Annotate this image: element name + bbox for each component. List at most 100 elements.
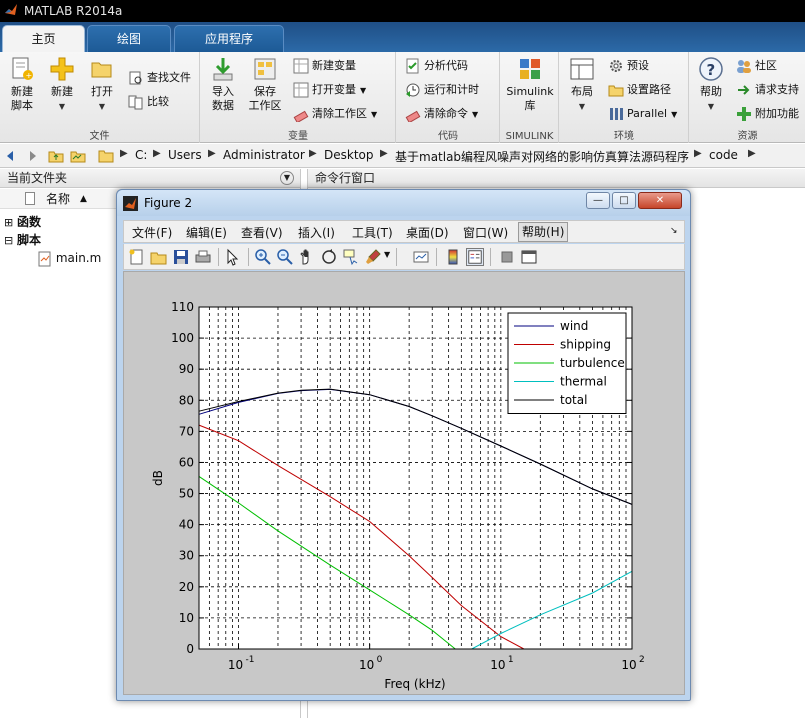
- group-simulink: Simulink 库 SIMULINK: [501, 52, 559, 143]
- collapse-icon[interactable]: ⊟: [4, 234, 13, 247]
- x-tick-exponent: 2: [639, 655, 645, 665]
- figure-canvas[interactable]: 0 10 20 30 40 50 60 70 80 90 100 110 10 -1 10 0 10 1 10 2 w…: [123, 271, 685, 695]
- save-icon[interactable]: [172, 248, 190, 266]
- menu-insert[interactable]: 插入(I): [298, 224, 335, 241]
- simulink-library-icon: [520, 59, 540, 79]
- breadcrumb-item[interactable]: Desktop: [324, 148, 374, 162]
- save-workspace-icon: [254, 58, 276, 80]
- up-folder-icon[interactable]: [48, 148, 64, 164]
- layout-button[interactable]: 布局 ▼: [566, 56, 598, 114]
- save-workspace-button[interactable]: 保存 工作区: [247, 56, 283, 113]
- pan-icon[interactable]: [298, 248, 316, 266]
- y-axis-label: dB: [151, 470, 165, 486]
- add-ons-icon: [737, 107, 751, 121]
- legend[interactable]: wind shipping turbulence thermal total: [507, 312, 627, 414]
- figure-toolbar: ▼: [123, 244, 685, 270]
- minimize-button[interactable]: —: [586, 192, 610, 209]
- open-button[interactable]: 打开 ▼: [86, 56, 118, 114]
- run-and-time-button[interactable]: 运行和计时: [405, 80, 479, 100]
- new-variable-icon: [293, 58, 309, 74]
- breadcrumb-item[interactable]: 基于matlab编程风噪声对网络的影响仿真算法源码程序: [395, 148, 689, 165]
- open-file-icon[interactable]: [150, 248, 168, 266]
- find-files-button[interactable]: 查找文件: [128, 68, 191, 88]
- breadcrumb-item[interactable]: C:: [135, 148, 147, 162]
- tab-home[interactable]: 主页: [2, 25, 85, 52]
- y-tick-label: 10: [179, 611, 194, 625]
- svg-text:?: ?: [707, 61, 716, 79]
- y-tick-label: 40: [179, 518, 194, 532]
- menu-file[interactable]: 文件(F): [132, 224, 172, 241]
- help-button[interactable]: ? 帮助 ▼: [696, 56, 726, 114]
- menu-desktop[interactable]: 桌面(D): [406, 224, 449, 241]
- current-folder-title: 当前文件夹: [7, 171, 68, 185]
- breadcrumb-separator-icon: ▶: [309, 148, 317, 159]
- analyze-code-button[interactable]: 分析代码: [405, 56, 468, 76]
- dock-icon[interactable]: [520, 248, 538, 266]
- file-item-main[interactable]: main.m: [38, 250, 101, 267]
- group-label-simulink: SIMULINK: [505, 131, 554, 142]
- tree-item-functions[interactable]: ⊞ 函数: [4, 214, 41, 231]
- print-icon[interactable]: [194, 248, 212, 266]
- menu-window[interactable]: 窗口(W): [463, 224, 508, 241]
- rotate-icon[interactable]: [320, 248, 338, 266]
- tab-apps[interactable]: 应用程序: [174, 25, 284, 52]
- menu-tools[interactable]: 工具(T): [352, 224, 393, 241]
- open-variable-button[interactable]: 打开变量 ▼: [293, 80, 366, 100]
- menu-edit[interactable]: 编辑(E): [186, 224, 227, 241]
- y-tick-label: 100: [171, 331, 194, 345]
- compare-button[interactable]: 比较: [128, 92, 169, 112]
- expand-icon[interactable]: ⊞: [4, 216, 13, 229]
- menu-view[interactable]: 查看(V): [241, 224, 283, 241]
- forward-arrow-icon[interactable]: [24, 148, 40, 164]
- brush-icon[interactable]: [364, 248, 382, 266]
- new-script-button[interactable]: + 新建 脚本: [4, 56, 40, 113]
- request-support-button[interactable]: 请求支持: [736, 80, 799, 100]
- import-data-button[interactable]: 导入 数据: [207, 56, 239, 113]
- clear-workspace-button[interactable]: 清除工作区 ▼: [293, 104, 377, 124]
- zoom-in-icon[interactable]: [254, 248, 272, 266]
- clear-commands-icon: [405, 110, 421, 122]
- legend-label: total: [560, 393, 587, 407]
- menu-overflow-icon[interactable]: ↘: [670, 226, 678, 236]
- new-button[interactable]: 新建 ▼: [46, 56, 78, 114]
- back-arrow-icon[interactable]: [3, 148, 19, 164]
- breadcrumb-item[interactable]: code: [709, 148, 738, 162]
- set-path-button[interactable]: 设置路径: [608, 80, 671, 100]
- toolbar-separator: [396, 248, 397, 266]
- simulink-library-button[interactable]: Simulink 库: [505, 56, 555, 113]
- add-ons-button[interactable]: 附加功能: [736, 104, 799, 124]
- new-variable-button[interactable]: 新建变量: [293, 56, 356, 76]
- maximize-button[interactable]: □: [612, 192, 636, 209]
- group-environment: 布局 ▼ 预设 设置路径 Parallel ▼ 环境: [560, 52, 689, 143]
- figure-titlebar[interactable]: Figure 2 — □ ✕: [117, 190, 690, 216]
- help-label: 帮助: [700, 85, 722, 98]
- new-figure-icon[interactable]: [128, 248, 146, 266]
- line-chart[interactable]: 010203040506070809010011010 -1 10 0 10 1 10 2 w…: [124, 272, 684, 694]
- app-title: MATLAB R2014a: [24, 4, 123, 18]
- link-icon[interactable]: [412, 248, 430, 266]
- legend-icon[interactable]: [466, 248, 484, 266]
- chevron-down-icon[interactable]: ▼: [384, 250, 390, 259]
- tree-item-scripts[interactable]: ⊟ 脚本: [4, 232, 41, 249]
- y-tick-label: 30: [179, 549, 194, 563]
- matlab-logo-icon: [5, 4, 17, 15]
- pointer-icon[interactable]: [224, 248, 242, 266]
- close-button[interactable]: ✕: [638, 192, 682, 209]
- panel-menu-icon[interactable]: ▼: [280, 171, 294, 185]
- breadcrumb-item[interactable]: Administrator: [223, 148, 305, 162]
- tab-plots[interactable]: 绘图: [87, 25, 171, 52]
- colorbar-icon[interactable]: [444, 248, 462, 266]
- breadcrumb-separator-icon: ▶: [120, 148, 128, 159]
- ribbon-tabbar: 主页 绘图 应用程序: [0, 22, 805, 52]
- menu-help[interactable]: 帮助(H): [518, 222, 569, 242]
- browse-folder-icon[interactable]: [70, 148, 86, 164]
- community-button[interactable]: 社区: [736, 56, 777, 76]
- breadcrumb-item[interactable]: Users: [168, 148, 202, 162]
- parallel-button[interactable]: Parallel ▼: [608, 104, 677, 124]
- group-label-code: 代码: [438, 131, 458, 142]
- data-cursor-icon[interactable]: [342, 248, 360, 266]
- hide-tools-icon[interactable]: [498, 248, 516, 266]
- zoom-out-icon[interactable]: [276, 248, 294, 266]
- preferences-button[interactable]: 预设: [608, 56, 649, 76]
- clear-commands-button[interactable]: 清除命令 ▼: [405, 104, 478, 124]
